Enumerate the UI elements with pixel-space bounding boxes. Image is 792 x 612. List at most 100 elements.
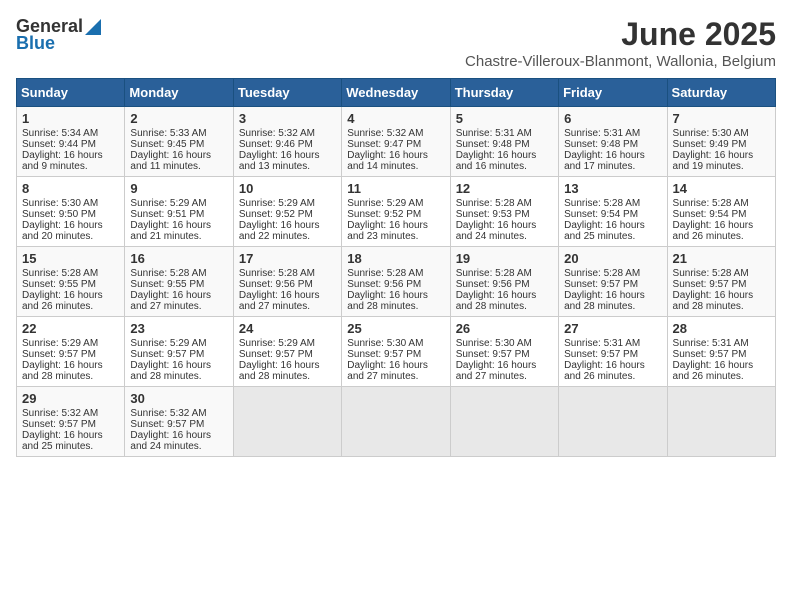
sunrise-text: Sunrise: 5:28 AM — [22, 268, 98, 279]
daylight-text: Daylight: 16 hours and 27 minutes. — [239, 290, 320, 312]
day-number: 30 — [130, 391, 227, 406]
calendar-day-cell: 11Sunrise: 5:29 AMSunset: 9:52 PMDayligh… — [342, 177, 450, 247]
daylight-text: Daylight: 16 hours and 11 minutes. — [130, 150, 211, 172]
daylight-text: Daylight: 16 hours and 26 minutes. — [673, 220, 754, 242]
sunrise-text: Sunrise: 5:33 AM — [130, 128, 206, 139]
day-number: 3 — [239, 111, 336, 126]
daylight-text: Daylight: 16 hours and 28 minutes. — [130, 360, 211, 382]
sunset-text: Sunset: 9:54 PM — [564, 209, 638, 220]
daylight-text: Daylight: 16 hours and 19 minutes. — [673, 150, 754, 172]
sunset-text: Sunset: 9:46 PM — [239, 139, 313, 150]
calendar-day-cell — [342, 387, 450, 457]
calendar-day-cell: 13Sunrise: 5:28 AMSunset: 9:54 PMDayligh… — [559, 177, 667, 247]
day-number: 2 — [130, 111, 227, 126]
calendar-week-row: 22Sunrise: 5:29 AMSunset: 9:57 PMDayligh… — [17, 317, 776, 387]
sunset-text: Sunset: 9:57 PM — [673, 279, 747, 290]
calendar-week-row: 15Sunrise: 5:28 AMSunset: 9:55 PMDayligh… — [17, 247, 776, 317]
sunrise-text: Sunrise: 5:29 AM — [239, 338, 315, 349]
day-number: 16 — [130, 251, 227, 266]
sunset-text: Sunset: 9:55 PM — [22, 279, 96, 290]
weekday-header: Saturday — [667, 79, 775, 107]
day-number: 22 — [22, 321, 119, 336]
daylight-text: Daylight: 16 hours and 22 minutes. — [239, 220, 320, 242]
sunrise-text: Sunrise: 5:29 AM — [22, 338, 98, 349]
sunset-text: Sunset: 9:54 PM — [673, 209, 747, 220]
daylight-text: Daylight: 16 hours and 28 minutes. — [22, 360, 103, 382]
title-section: June 2025 Chastre-Villeroux-Blanmont, Wa… — [465, 16, 776, 70]
calendar-day-cell: 19Sunrise: 5:28 AMSunset: 9:56 PMDayligh… — [450, 247, 558, 317]
sunrise-text: Sunrise: 5:28 AM — [564, 268, 640, 279]
sunset-text: Sunset: 9:51 PM — [130, 209, 204, 220]
daylight-text: Daylight: 16 hours and 17 minutes. — [564, 150, 645, 172]
sunrise-text: Sunrise: 5:32 AM — [347, 128, 423, 139]
sunset-text: Sunset: 9:44 PM — [22, 139, 96, 150]
sunset-text: Sunset: 9:48 PM — [564, 139, 638, 150]
day-number: 8 — [22, 181, 119, 196]
logo-triangle-icon — [85, 19, 101, 35]
sunrise-text: Sunrise: 5:31 AM — [673, 338, 749, 349]
daylight-text: Daylight: 16 hours and 20 minutes. — [22, 220, 103, 242]
sunset-text: Sunset: 9:45 PM — [130, 139, 204, 150]
calendar-day-cell: 2 Sunrise: 5:33 AMSunset: 9:45 PMDaylight… — [125, 107, 233, 177]
daylight-text: Daylight: 16 hours and 23 minutes. — [347, 220, 428, 242]
calendar-day-cell — [233, 387, 341, 457]
day-number: 24 — [239, 321, 336, 336]
day-number: 18 — [347, 251, 444, 266]
calendar-day-cell: 30Sunrise: 5:32 AMSunset: 9:57 PMDayligh… — [125, 387, 233, 457]
sunset-text: Sunset: 9:57 PM — [130, 419, 204, 430]
calendar-day-cell: 26Sunrise: 5:30 AMSunset: 9:57 PMDayligh… — [450, 317, 558, 387]
sunset-text: Sunset: 9:57 PM — [456, 349, 530, 360]
calendar-day-cell: 3Sunrise: 5:32 AMSunset: 9:46 PMDaylight… — [233, 107, 341, 177]
sunrise-text: Sunrise: 5:30 AM — [456, 338, 532, 349]
calendar-day-cell — [450, 387, 558, 457]
calendar-day-cell: 15Sunrise: 5:28 AMSunset: 9:55 PMDayligh… — [17, 247, 125, 317]
sunrise-text: Sunrise: 5:28 AM — [456, 198, 532, 209]
sunset-text: Sunset: 9:53 PM — [456, 209, 530, 220]
daylight-text: Daylight: 16 hours and 24 minutes. — [130, 430, 211, 452]
day-number: 19 — [456, 251, 553, 266]
weekday-header: Friday — [559, 79, 667, 107]
sunrise-text: Sunrise: 5:30 AM — [673, 128, 749, 139]
sunset-text: Sunset: 9:49 PM — [673, 139, 747, 150]
day-number: 14 — [673, 181, 770, 196]
sunset-text: Sunset: 9:52 PM — [347, 209, 421, 220]
daylight-text: Daylight: 16 hours and 28 minutes. — [347, 290, 428, 312]
page-header: General Blue June 2025 Chastre-Villeroux… — [16, 16, 776, 70]
daylight-text: Daylight: 16 hours and 28 minutes. — [239, 360, 320, 382]
day-number: 7 — [673, 111, 770, 126]
weekday-header: Monday — [125, 79, 233, 107]
calendar-day-cell — [559, 387, 667, 457]
calendar-day-cell: 1Sunrise: 5:34 AMSunset: 9:44 PMDaylight… — [17, 107, 125, 177]
calendar-day-cell: 9Sunrise: 5:29 AMSunset: 9:51 PMDaylight… — [125, 177, 233, 247]
calendar-day-cell: 16Sunrise: 5:28 AMSunset: 9:55 PMDayligh… — [125, 247, 233, 317]
sunset-text: Sunset: 9:57 PM — [347, 349, 421, 360]
calendar-header-row: SundayMondayTuesdayWednesdayThursdayFrid… — [17, 79, 776, 107]
daylight-text: Daylight: 16 hours and 28 minutes. — [564, 290, 645, 312]
calendar-day-cell: 7 Sunrise: 5:30 AMSunset: 9:49 PMDaylight… — [667, 107, 775, 177]
sunrise-text: Sunrise: 5:28 AM — [673, 268, 749, 279]
calendar-day-cell: 14Sunrise: 5:28 AMSunset: 9:54 PMDayligh… — [667, 177, 775, 247]
sunset-text: Sunset: 9:47 PM — [347, 139, 421, 150]
sunset-text: Sunset: 9:57 PM — [22, 349, 96, 360]
sunrise-text: Sunrise: 5:32 AM — [22, 408, 98, 419]
day-number: 26 — [456, 321, 553, 336]
sunset-text: Sunset: 9:56 PM — [456, 279, 530, 290]
day-number: 6 — [564, 111, 661, 126]
logo: General Blue — [16, 16, 103, 54]
day-number: 15 — [22, 251, 119, 266]
calendar-week-row: 29Sunrise: 5:32 AMSunset: 9:57 PMDayligh… — [17, 387, 776, 457]
sunrise-text: Sunrise: 5:30 AM — [347, 338, 423, 349]
day-number: 11 — [347, 181, 444, 196]
sunrise-text: Sunrise: 5:30 AM — [22, 198, 98, 209]
weekday-header: Thursday — [450, 79, 558, 107]
weekday-header: Tuesday — [233, 79, 341, 107]
location-subtitle: Chastre-Villeroux-Blanmont, Wallonia, Be… — [465, 53, 776, 70]
sunrise-text: Sunrise: 5:28 AM — [347, 268, 423, 279]
day-number: 1 — [22, 111, 119, 126]
calendar-day-cell: 6Sunrise: 5:31 AMSunset: 9:48 PMDaylight… — [559, 107, 667, 177]
calendar-table: SundayMondayTuesdayWednesdayThursdayFrid… — [16, 78, 776, 457]
daylight-text: Daylight: 16 hours and 21 minutes. — [130, 220, 211, 242]
day-number: 28 — [673, 321, 770, 336]
daylight-text: Daylight: 16 hours and 27 minutes. — [347, 360, 428, 382]
daylight-text: Daylight: 16 hours and 24 minutes. — [456, 220, 537, 242]
